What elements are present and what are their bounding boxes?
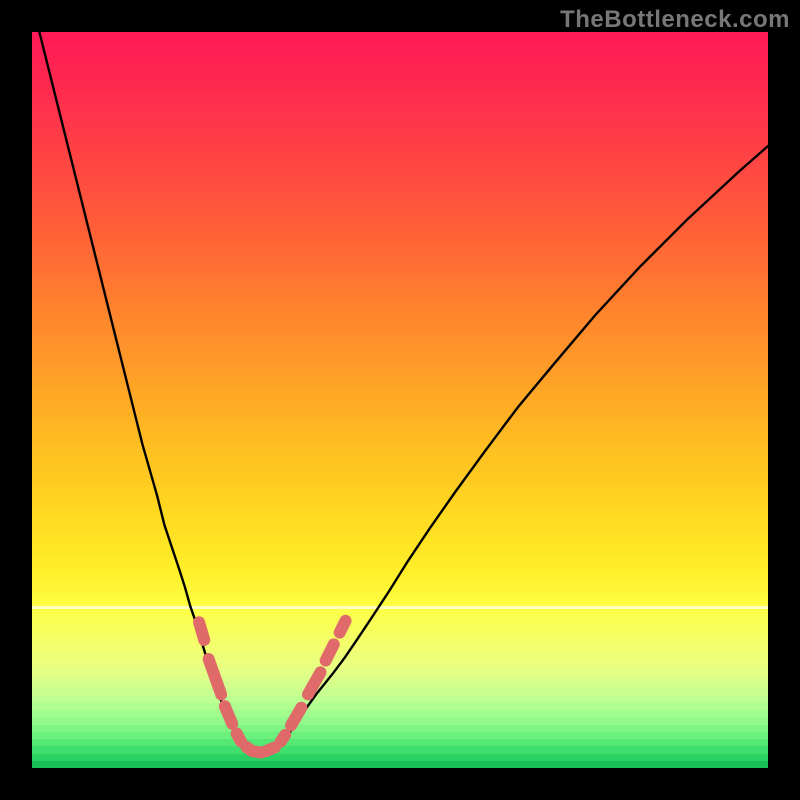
curve-segment-marker — [291, 708, 301, 726]
curve-segment-marker — [199, 622, 204, 640]
curve-segment-marker — [266, 747, 275, 751]
curve-segment-marker — [225, 706, 232, 724]
plot-area — [32, 32, 768, 768]
curve-layer — [32, 32, 768, 768]
curve-segment-marker — [281, 735, 285, 742]
chart-root: TheBottleneck.com — [0, 0, 800, 800]
watermark-label: TheBottleneck.com — [560, 6, 790, 34]
curve-segment-marker — [209, 659, 222, 694]
curve-segment-marker — [326, 644, 334, 660]
bottleneck-curve — [39, 32, 768, 756]
curve-segment-marker — [340, 621, 346, 633]
curve-segment-marker — [237, 733, 241, 741]
